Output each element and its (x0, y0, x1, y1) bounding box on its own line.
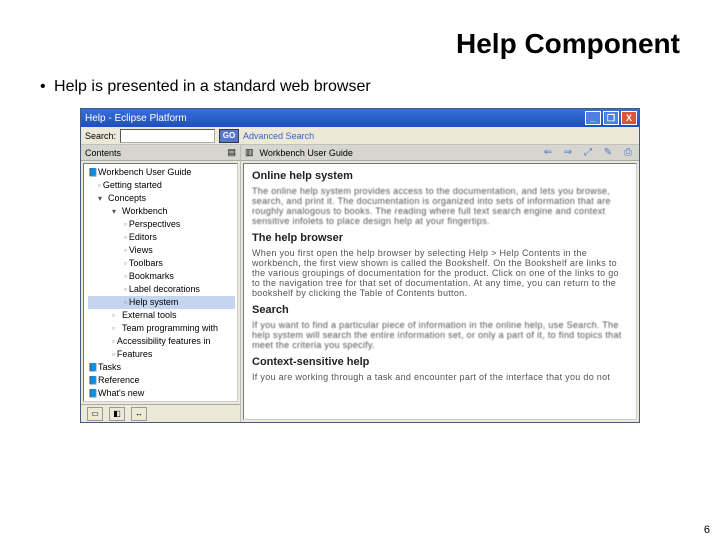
window-title: Help - Eclipse Platform (85, 113, 583, 124)
search-toolbar: Search: GO Advanced Search (81, 127, 639, 145)
tree-item[interactable]: Tasks (88, 361, 235, 374)
sync-toc-button[interactable]: ⤢ (581, 147, 595, 159)
search-label: Search: (85, 131, 116, 141)
tree-item[interactable]: Features (88, 348, 235, 361)
tree-item[interactable]: Concepts (88, 192, 235, 205)
tree-item[interactable]: Getting started (88, 179, 235, 192)
advanced-search-link[interactable]: Advanced Search (243, 131, 314, 141)
tree-item[interactable]: External tools (88, 309, 235, 322)
tree-item[interactable]: Accessibility features in (88, 335, 235, 348)
help-window: Help - Eclipse Platform _ ❐ X Search: GO… (80, 108, 640, 423)
forward-button[interactable]: ⇒ (561, 147, 575, 159)
tree-item[interactable]: Bookmarks (88, 270, 235, 283)
minimize-button[interactable]: _ (585, 111, 601, 125)
breadcrumb-icon: ▥ (245, 147, 254, 158)
tree-item[interactable]: Toolbars (88, 257, 235, 270)
sidebar: Contents ▤ Workbench User Guide Getting … (81, 145, 241, 422)
paragraph: When you first open the help browser by … (252, 248, 628, 298)
slide-bullet: Help is presented in a standard web brow… (40, 78, 690, 96)
bookmark-button[interactable]: ✎ (601, 147, 615, 159)
slide-title: Help Component (30, 28, 680, 60)
page-number: 6 (704, 524, 710, 536)
tree-item[interactable]: Reference (88, 374, 235, 387)
contents-tree[interactable]: Workbench User Guide Getting started Con… (83, 163, 238, 402)
content-area: ▥ Workbench User Guide ⇐ ⇒ ⤢ ✎ ⎙ Online … (241, 145, 639, 422)
content-toolbar: ▥ Workbench User Guide ⇐ ⇒ ⤢ ✎ ⎙ (241, 145, 639, 161)
tree-item[interactable]: Perspectives (88, 218, 235, 231)
tree-item[interactable]: Label decorations (88, 283, 235, 296)
maximize-button[interactable]: ❐ (603, 111, 619, 125)
sidebar-tab-links-icon[interactable]: ↔ (131, 407, 147, 421)
heading-context-help: Context-sensitive help (252, 356, 628, 368)
paragraph: If you want to find a particular piece o… (252, 320, 628, 350)
paragraph: The online help system provides access t… (252, 186, 628, 226)
sidebar-tab-results-icon[interactable]: ◧ (109, 407, 125, 421)
go-button[interactable]: GO (219, 129, 239, 143)
sidebar-title-bar: Contents ▤ (81, 145, 240, 161)
contents-view-icon[interactable]: ▤ (227, 147, 236, 158)
help-page: Online help system The online help syste… (243, 163, 637, 420)
sidebar-title: Contents (85, 148, 121, 158)
titlebar[interactable]: Help - Eclipse Platform _ ❐ X (81, 109, 639, 127)
search-input[interactable] (120, 129, 215, 143)
tree-item[interactable]: Team programming with (88, 322, 235, 335)
breadcrumb: Workbench User Guide (260, 148, 353, 158)
close-button[interactable]: X (621, 111, 637, 125)
heading-online-help: Online help system (252, 170, 628, 182)
heading-search: Search (252, 304, 628, 316)
back-button[interactable]: ⇐ (541, 147, 555, 159)
tree-item-selected[interactable]: Help system (88, 296, 235, 309)
sidebar-bottom-bar: ▭ ◧ ↔ (81, 404, 240, 422)
tree-item[interactable]: Workbench User Guide (88, 166, 235, 179)
paragraph: If you are working through a task and en… (252, 372, 628, 382)
tree-item[interactable]: Views (88, 244, 235, 257)
tree-item[interactable]: Workbench (88, 205, 235, 218)
tree-item[interactable]: Editors (88, 231, 235, 244)
sidebar-tab-contents-icon[interactable]: ▭ (87, 407, 103, 421)
tree-item[interactable]: What's new (88, 387, 235, 400)
print-button[interactable]: ⎙ (621, 147, 635, 159)
heading-help-browser: The help browser (252, 232, 628, 244)
